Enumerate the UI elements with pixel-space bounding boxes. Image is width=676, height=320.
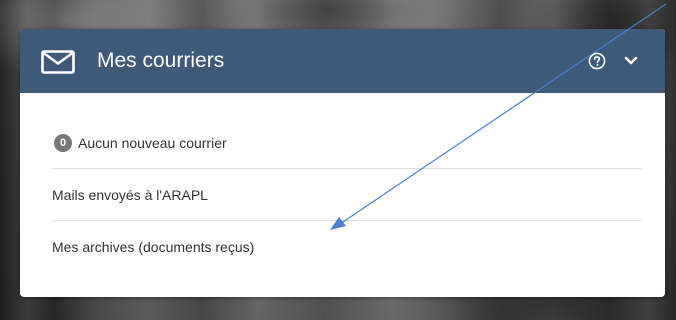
list-item-archives[interactable]: Mes archives (documents reçus) (52, 221, 642, 273)
chevron-down-icon[interactable] (624, 55, 638, 67)
list-item-label: Aucun nouveau courrier (78, 134, 227, 151)
widget-title: Mes courriers (97, 49, 225, 72)
list-item-label: Mails envoyés à l'ARAPL (52, 186, 208, 203)
list-item-label: Mes archives (documents reçus) (52, 239, 255, 255)
list-item-sent-mails[interactable]: Mails envoyés à l'ARAPL (52, 169, 642, 221)
envelope-icon (41, 50, 75, 74)
list-item-new-mail[interactable]: 0 Aucun nouveau courrier (52, 117, 642, 169)
unread-count-badge: 0 (54, 133, 72, 152)
mail-list: 0 Aucun nouveau courrier Mails envoyés à… (52, 117, 642, 273)
question-circle-icon[interactable] (588, 52, 606, 70)
mail-widget: Mes courriers 0 Aucun nouveau courrier M… (20, 29, 665, 297)
widget-header: Mes courriers (20, 29, 665, 93)
